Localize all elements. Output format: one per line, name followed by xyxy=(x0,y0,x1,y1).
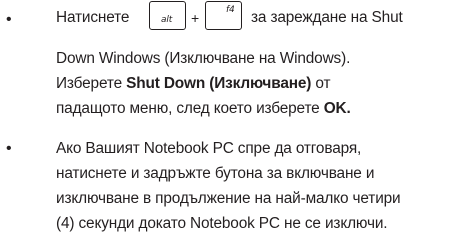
bullet: • xyxy=(6,11,12,28)
f4-key-label: f4 xyxy=(226,5,235,15)
button-name-ok: OK. xyxy=(323,100,351,117)
alt-key-icon: alt xyxy=(149,1,186,30)
f4-key-icon: f4 xyxy=(205,1,242,30)
alt-key-label: alt xyxy=(161,15,173,25)
instruction-text-line: изключване в продължение на най-малко че… xyxy=(56,190,401,207)
instructions-page: • Натиснете alt + f4 за зареждане на Shu… xyxy=(0,0,472,243)
instruction-text-line-4: падащото меню, след което изберете OK. xyxy=(56,100,351,117)
plus-sign: + xyxy=(191,10,200,26)
instruction-text-intro: Натиснете xyxy=(56,9,130,26)
instruction-text-line: натиснете и задръжте бутона за включване… xyxy=(56,165,375,182)
instruction-text-after-keys: за зареждане на Shut xyxy=(251,9,403,26)
instruction-text-line: (4) секунди докато Notebook PC не се изк… xyxy=(56,215,388,232)
instruction-text-line: Ако Вашият Notebook PC спре да отговаря, xyxy=(56,140,362,157)
menu-option-shut-down: Shut Down (Изключване) xyxy=(126,75,312,92)
bullet: • xyxy=(6,140,12,157)
instruction-text-line-3: Изберете Shut Down (Изключване) от xyxy=(56,75,331,92)
instruction-text-line-2: Down Windows (Изключване на Windows). xyxy=(56,50,351,67)
